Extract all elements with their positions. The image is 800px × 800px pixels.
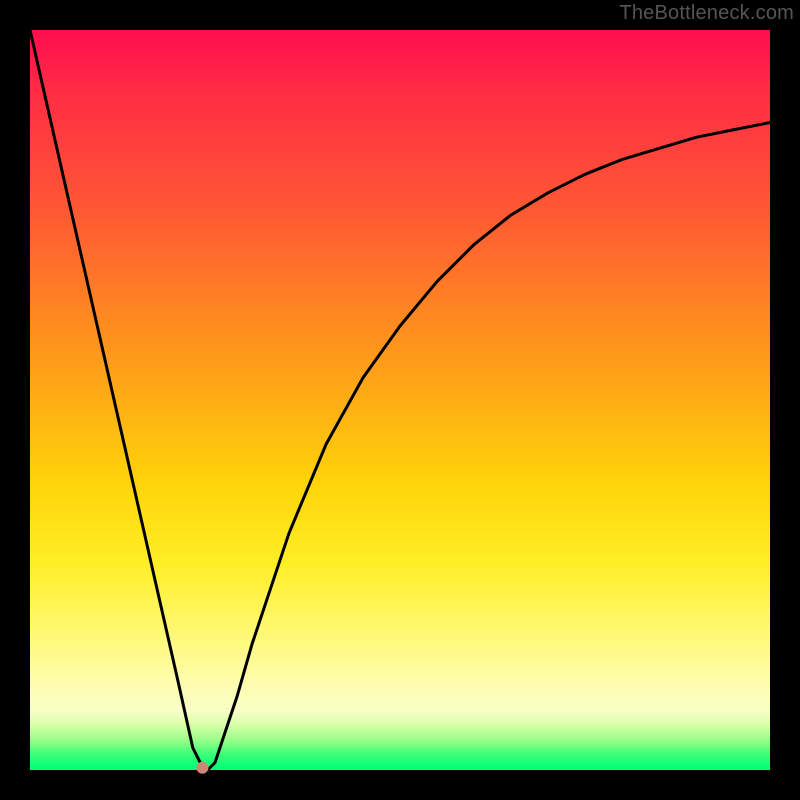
chart-frame: TheBottleneck.com [0, 0, 800, 800]
optimum-marker [196, 762, 208, 774]
watermark-text: TheBottleneck.com [619, 2, 794, 25]
bottleneck-curve-line [30, 30, 770, 770]
curve-svg [30, 30, 770, 770]
plot-area [30, 30, 770, 770]
